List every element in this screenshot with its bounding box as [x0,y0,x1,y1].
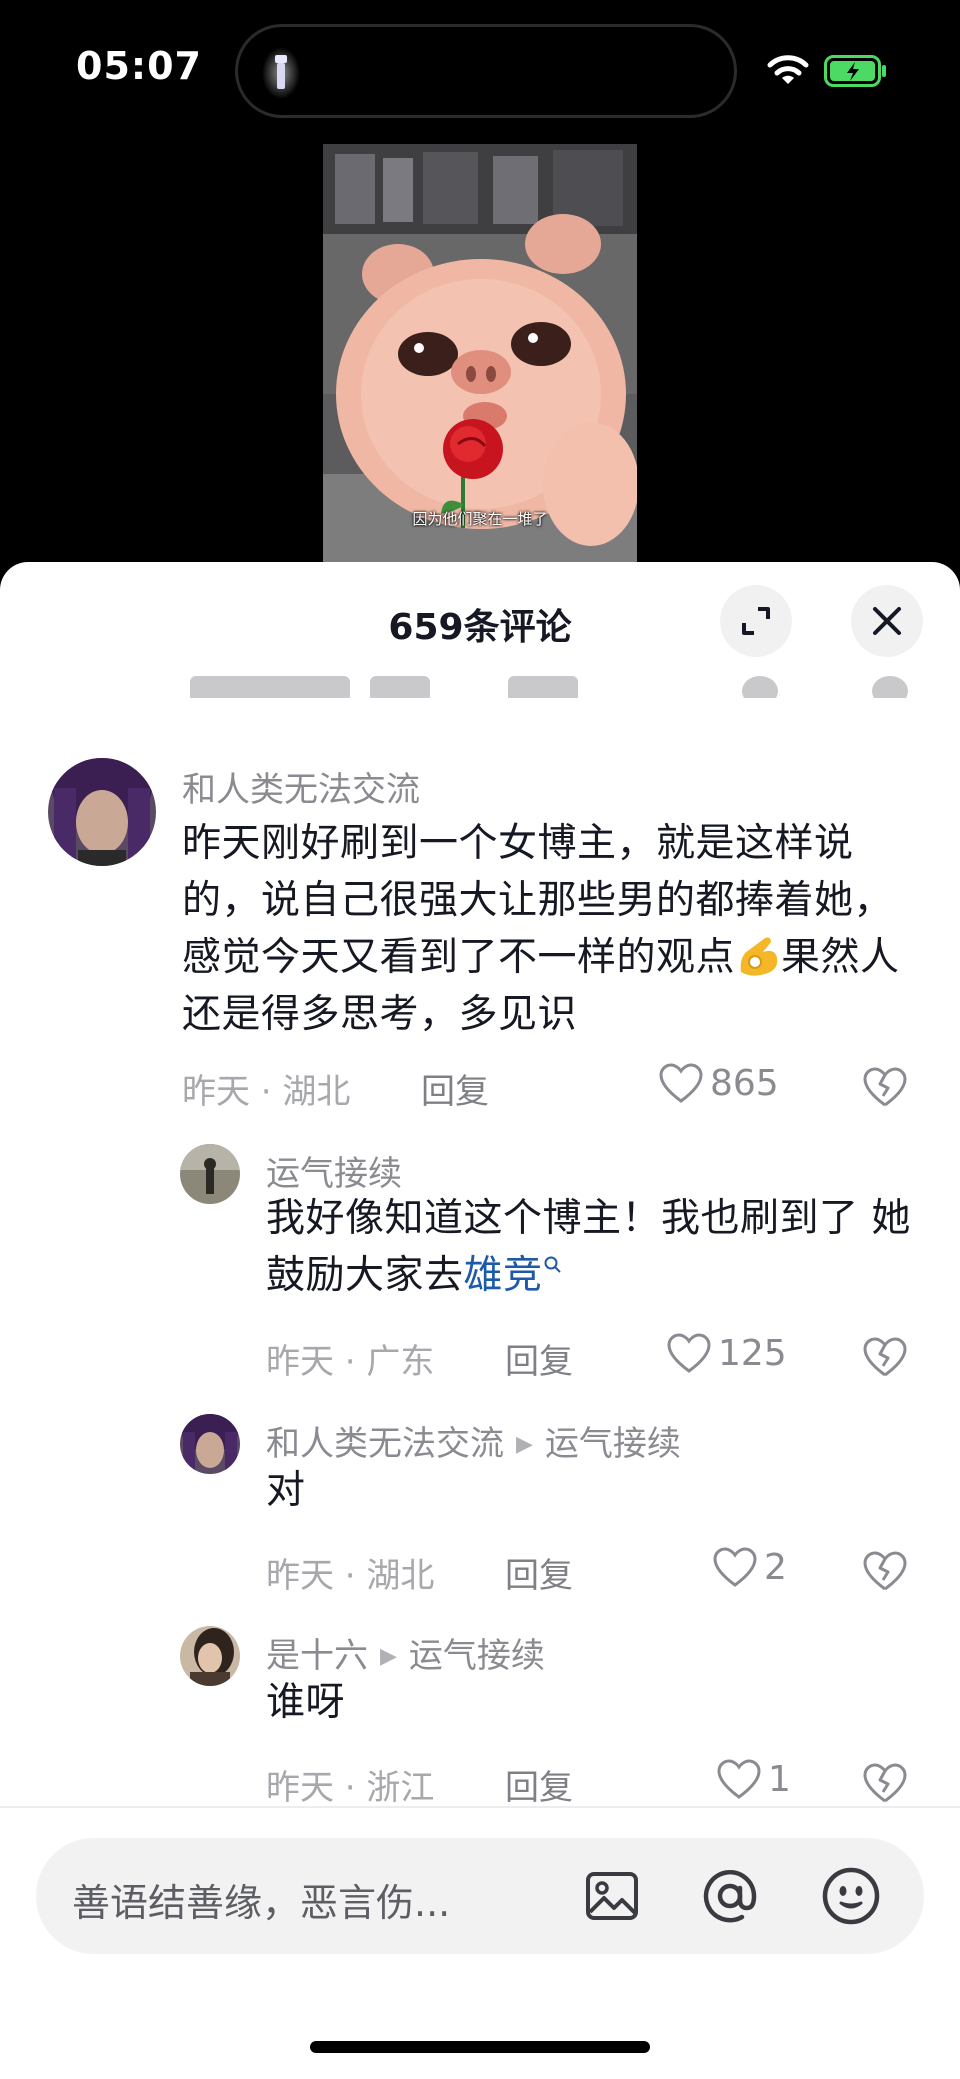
reply-button[interactable]: 回复 [505,1334,573,1383]
comment-meta: 昨天 · 湖北 [182,1072,351,1112]
video-subtitle: 因为他们聚在一堆了 [412,510,548,528]
broken-heart-icon[interactable] [862,1762,908,1804]
input-divider [0,1806,960,1808]
previous-comment-remnant [190,672,950,698]
avatar[interactable] [48,758,156,866]
comment-username[interactable]: 和人类无法交流 [182,762,420,811]
like-count: 2 [764,1546,787,1588]
flashlight-icon [262,47,300,99]
comment-meta: 昨天 · 浙江 [266,1768,435,1808]
comment-text: 昨天刚好刷到一个女博主，就是这样说的，说自己很强大让那些男的都捧着她，感觉今天又… [182,821,900,1037]
status-time: 05:07 [76,44,202,88]
like-button[interactable]: 1 [716,1758,791,1800]
comment-username[interactable]: 是十六 ▶ 运气接续 [266,1628,545,1677]
home-indicator[interactable] [310,2041,650,2053]
like-count: 1 [768,1758,791,1800]
comment-meta: 昨天 · 湖北 [266,1556,435,1596]
dynamic-island[interactable] [235,24,737,118]
expand-button[interactable] [720,585,792,657]
like-button[interactable]: 125 [666,1332,787,1374]
reply-button[interactable]: 回复 [421,1064,489,1113]
close-button[interactable] [851,585,923,657]
like-count: 865 [710,1062,779,1104]
comment-meta: 昨天 · 广东 [266,1342,435,1382]
image-icon[interactable] [584,1868,640,1924]
heart-icon [667,1333,711,1373]
comment-text: 谁呀 [266,1680,346,1725]
ok-hand-emoji-icon [740,937,778,976]
comment-username[interactable]: 和人类无法交流 ▶ 运气接续 [266,1416,681,1465]
heart-icon [717,1759,761,1799]
comment-input[interactable]: 善语结善缘，恶言伤... [36,1838,924,1954]
reply-button[interactable]: 回复 [505,1760,573,1809]
broken-heart-icon[interactable] [862,1336,908,1378]
mention-icon[interactable] [700,1866,760,1926]
comment-count-title: 659条评论 [388,607,572,648]
avatar[interactable] [180,1414,240,1474]
keyword-link[interactable]: 雄竞 [464,1253,543,1298]
like-button[interactable]: 2 [712,1546,787,1588]
search-icon[interactable] [543,1255,563,1275]
like-button[interactable]: 865 [658,1062,779,1104]
reply-arrow-icon: ▶ [380,1644,397,1669]
reply-arrow-icon: ▶ [516,1432,533,1457]
video-preview[interactable]: 因为他们聚在一堆了 [323,144,637,572]
like-count: 125 [718,1332,787,1374]
avatar[interactable] [180,1144,240,1204]
wifi-icon [767,55,809,84]
comment-text: 对 [266,1468,306,1513]
comment-username[interactable]: 运气接续 [266,1146,402,1195]
comment-text: 我好像知道这个博主！我也刷到了 她鼓励大家去雄竞 [266,1196,911,1298]
heart-icon [659,1063,703,1103]
emoji-icon[interactable] [820,1865,882,1927]
heart-icon [713,1547,757,1587]
broken-heart-icon[interactable] [862,1550,908,1592]
broken-heart-icon[interactable] [862,1066,908,1108]
expand-icon [742,607,770,635]
reply-button[interactable]: 回复 [505,1548,573,1597]
avatar[interactable] [180,1626,240,1686]
close-icon [873,607,901,635]
comment-input-placeholder: 善语结善缘，恶言伤... [72,1881,451,1925]
battery-charging-icon [824,55,886,87]
